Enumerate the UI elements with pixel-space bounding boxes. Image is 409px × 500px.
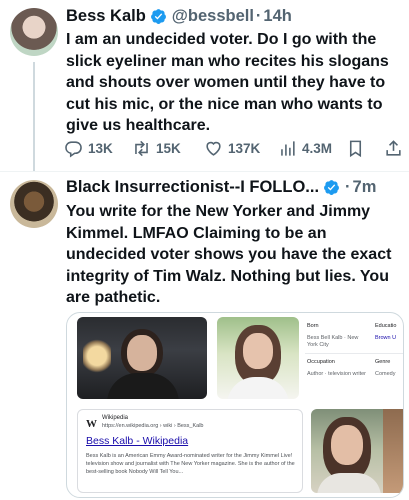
views-count: 4.3M bbox=[302, 140, 333, 156]
verified-badge-icon bbox=[150, 9, 166, 24]
like-button[interactable]: 137K bbox=[204, 139, 260, 158]
genre-value: Comedy bbox=[375, 371, 396, 377]
tweet-actions: 13K 15K 137K 4.3M bbox=[62, 136, 404, 160]
like-count: 137K bbox=[228, 140, 261, 156]
portrait-photo[interactable] bbox=[217, 317, 299, 399]
tweet-header: Bess Kalb @bessbell · 14h bbox=[66, 7, 292, 26]
like-icon bbox=[206, 141, 221, 156]
avatar-bess-kalb[interactable] bbox=[10, 8, 58, 56]
views-icon bbox=[281, 140, 295, 156]
thread-line bbox=[33, 62, 35, 172]
retweet-icon bbox=[135, 140, 148, 156]
wiki-url: https://en.wikipedia.org › wiki › Bess_K… bbox=[102, 423, 204, 429]
wikipedia-logo-icon: W bbox=[86, 418, 97, 430]
reply-author-name[interactable]: Black Insurrectionist--I FOLLO... bbox=[66, 178, 319, 197]
separator-dot: · bbox=[345, 178, 351, 196]
born-label: Born bbox=[307, 323, 319, 329]
author-handle[interactable]: @bessbell bbox=[172, 7, 254, 26]
tweet-original[interactable]: Bess Kalb @bessbell · 14h I am an undeci… bbox=[0, 0, 409, 172]
genre-label: Genre bbox=[375, 359, 391, 365]
reply-time[interactable]: 7m bbox=[353, 178, 377, 197]
tweet-text: I am an undecided voter. Do I go with th… bbox=[66, 31, 389, 134]
education-value[interactable]: Brown U bbox=[375, 335, 396, 342]
smiling-portrait-photo[interactable] bbox=[311, 409, 403, 493]
occupation-label: Occupation bbox=[307, 359, 335, 365]
views-button[interactable]: 4.3M bbox=[278, 139, 332, 158]
verified-badge-icon bbox=[324, 180, 339, 195]
video-call-photo[interactable] bbox=[77, 317, 207, 399]
share-button[interactable] bbox=[384, 139, 408, 158]
bookmark-icon bbox=[349, 140, 362, 157]
born-value: Bess Bell Kalb · New York City bbox=[307, 335, 359, 348]
media-image[interactable]: Born Educatio Bess Bell Kalb · New York … bbox=[66, 312, 404, 498]
share-icon bbox=[386, 139, 401, 156]
retweet-button[interactable]: 15K bbox=[132, 139, 181, 158]
avatar-black-insurrectionist[interactable] bbox=[10, 180, 58, 228]
reply-text: You write for the New Yorker and Jimmy K… bbox=[66, 203, 392, 306]
reply-count: 13K bbox=[88, 140, 113, 156]
retweet-count: 15K bbox=[156, 140, 181, 156]
education-label: Educatio bbox=[375, 323, 397, 329]
wiki-snippet: Bess Kalb is an American Emmy Award-nomi… bbox=[86, 453, 295, 475]
separator-dot: · bbox=[255, 7, 262, 25]
reply-header: Black Insurrectionist--I FOLLO... · 7m bbox=[66, 178, 376, 197]
tweet-time[interactable]: 14h bbox=[263, 7, 291, 26]
reply-icon bbox=[65, 140, 82, 158]
wiki-site-name: Wikipedia bbox=[102, 415, 129, 421]
wiki-title-link[interactable]: Bess Kalb - Wikipedia bbox=[86, 435, 188, 447]
occupation-value: Author · television writer bbox=[307, 371, 366, 377]
wikipedia-result[interactable]: W Wikipedia https://en.wikipedia.org › w… bbox=[77, 409, 303, 493]
knowledge-panel: Born Educatio Bess Bell Kalb · New York … bbox=[305, 317, 403, 399]
bookmark-button[interactable] bbox=[346, 139, 370, 158]
reply-button[interactable]: 13K bbox=[64, 139, 113, 158]
author-name[interactable]: Bess Kalb bbox=[66, 7, 146, 26]
